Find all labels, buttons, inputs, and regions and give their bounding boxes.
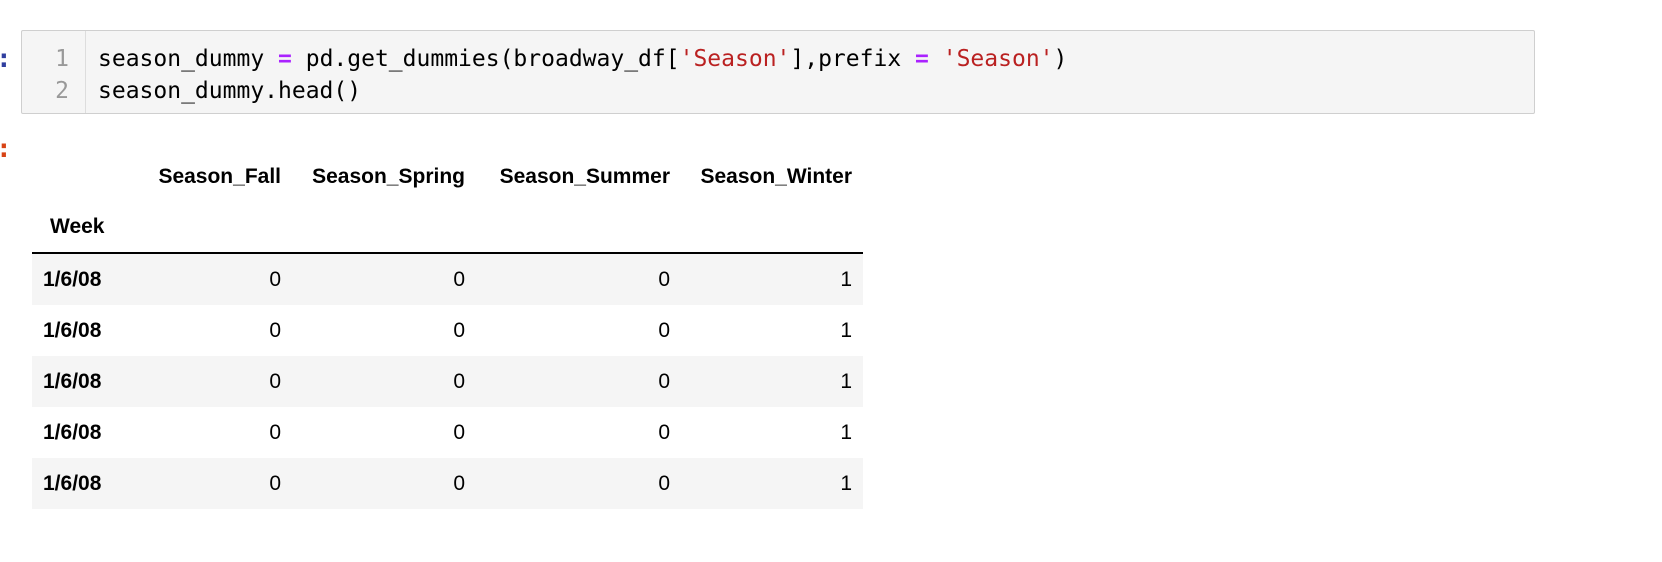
code-string: 'Season' <box>679 46 791 72</box>
empty-header-cell <box>681 202 863 254</box>
code-token: season_dummy <box>98 46 279 72</box>
line-number: 1 <box>55 46 69 72</box>
table-cell: 0 <box>269 420 281 444</box>
column-header: Season_Winter <box>700 165 852 188</box>
row-index-cell: 1/6/08 <box>43 318 102 342</box>
table-cell: 1 <box>840 267 852 291</box>
code-token: pd.get_dummies(broadway_df[ <box>291 46 680 72</box>
dataframe-output-table: Season_Fall Season_Spring Season_Summer … <box>32 152 863 509</box>
empty-header-cell <box>476 202 681 254</box>
table-cell: 0 <box>269 471 281 495</box>
table-cell: 1 <box>840 369 852 393</box>
column-header-row: Season_Fall Season_Spring Season_Summer … <box>32 152 863 202</box>
code-operator: = <box>278 46 292 72</box>
code-line-1: season_dummy = pd.get_dummies(broadway_d… <box>98 43 1067 75</box>
line-number: 2 <box>55 78 69 104</box>
row-index-cell: 1/6/08 <box>43 420 102 444</box>
empty-header-cell <box>132 202 292 254</box>
table-cell: 0 <box>453 369 465 393</box>
table-cell: 0 <box>269 318 281 342</box>
table-cell: 0 <box>269 369 281 393</box>
table-row: 1/6/08 0 0 0 1 <box>32 305 863 356</box>
column-header: Season_Fall <box>158 165 281 188</box>
output-prompt-marker: : <box>0 136 12 162</box>
table-cell: 0 <box>453 420 465 444</box>
table-cell: 0 <box>658 420 670 444</box>
index-name-row: Week <box>32 202 863 254</box>
row-index-cell: 1/6/08 <box>43 369 102 393</box>
table-cell: 0 <box>453 267 465 291</box>
table-cell: 0 <box>658 369 670 393</box>
index-name-header: Week <box>32 202 132 254</box>
empty-header-cell <box>292 202 476 254</box>
code-token: ) <box>1053 46 1068 72</box>
table-row: 1/6/08 0 0 0 1 <box>32 253 863 305</box>
table-cell: 0 <box>453 318 465 342</box>
code-operator: = <box>915 46 929 72</box>
code-cell-input[interactable]: 1 2 season_dummy = pd.get_dummies(broadw… <box>21 30 1535 114</box>
code-line-2: season_dummy.head() <box>98 78 362 104</box>
table-cell: 0 <box>658 267 670 291</box>
table-cell: 0 <box>658 318 670 342</box>
column-header: Season_Summer <box>499 165 670 188</box>
table-row: 1/6/08 0 0 0 1 <box>32 356 863 407</box>
row-index-cell: 1/6/08 <box>43 267 102 291</box>
line-number-gutter: 1 2 <box>22 31 86 113</box>
code-string: 'Season' <box>942 46 1054 72</box>
row-index-cell: 1/6/08 <box>43 471 102 495</box>
table-row: 1/6/08 0 0 0 1 <box>32 458 863 509</box>
table-cell: 1 <box>840 318 852 342</box>
table-cell: 0 <box>269 267 281 291</box>
index-corner-cell <box>32 152 132 202</box>
code-token: ],prefix <box>790 46 916 72</box>
table-cell: 0 <box>658 471 670 495</box>
column-header: Season_Spring <box>312 165 465 188</box>
table-cell: 0 <box>453 471 465 495</box>
table-row: 1/6/08 0 0 0 1 <box>32 407 863 458</box>
table-cell: 1 <box>840 471 852 495</box>
input-prompt-marker: : <box>0 46 12 72</box>
table-cell: 1 <box>840 420 852 444</box>
